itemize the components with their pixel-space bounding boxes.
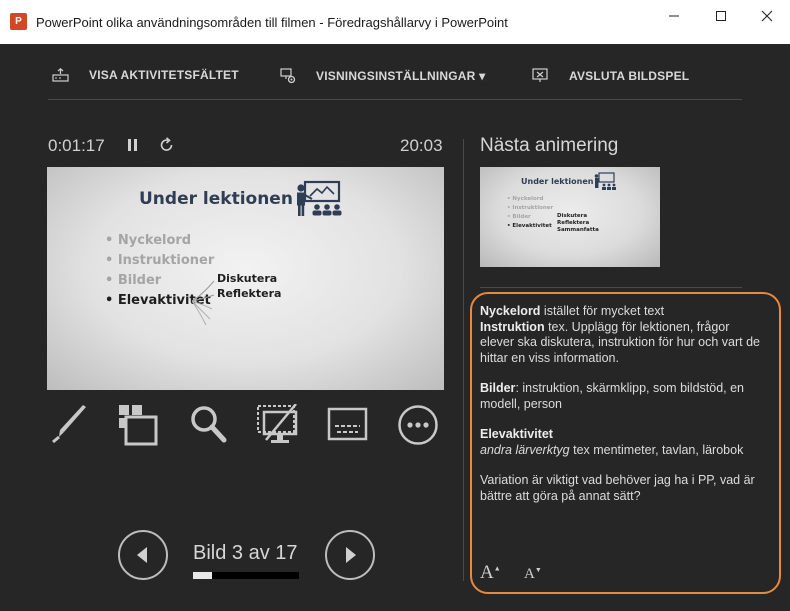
notes-italic: andra lärverktyg (480, 442, 570, 457)
slide-progress-fill (193, 572, 213, 579)
display-settings-icon (280, 68, 296, 84)
slide-progress-bar (193, 572, 299, 579)
current-slide[interactable]: Under lektionen • Nyckelord • Instruktio… (47, 167, 444, 390)
pen-tool-button[interactable] (50, 404, 90, 449)
next-slide-button[interactable] (325, 530, 375, 580)
pause-timer-button[interactable] (127, 138, 139, 157)
slide-bullet: • Instruktioner (105, 253, 215, 268)
slide-bullet: • Nyckelord (105, 233, 192, 248)
next-slide-preview[interactable]: Under lektionen • Nyckelord • Instruktio… (480, 167, 660, 267)
zoom-button[interactable] (188, 404, 228, 449)
more-options-button[interactable] (397, 404, 439, 451)
notes-text: istället för mycket text (540, 304, 665, 318)
next-slide-bullet: • Instruktioner (507, 205, 554, 211)
notes-text: tex mentimeter, tavlan, lärobok (569, 442, 744, 457)
maximize-button[interactable] (698, 0, 744, 32)
title-bar: P PowerPoint olika användningsområden ti… (0, 0, 790, 44)
powerpoint-app-icon: P (10, 13, 27, 30)
display-settings-label: VISNINGSINSTÄLLNINGAR ▾ (316, 69, 486, 83)
end-slideshow-label: AVSLUTA BILDSPEL (569, 68, 690, 83)
end-slideshow-button[interactable]: AVSLUTA BILDSPEL (532, 68, 689, 83)
next-slide-bullets: • Nyckelord • Instruktioner • Bilder • E… (507, 195, 553, 231)
current-time: 20:03 (400, 136, 443, 155)
notes-keyword: Bilder (480, 381, 516, 395)
notes-text: : instruktion, skärmklipp, som bildstöd,… (480, 381, 745, 411)
next-slide-sub-item: Sammanfatta (557, 227, 599, 233)
slide-title: Under lektionen (139, 189, 293, 209)
elapsed-timer: 0:01:17 (48, 136, 105, 155)
slide-counter[interactable]: Bild 3 av 17 (193, 542, 298, 565)
increase-font-button[interactable]: A▲ (480, 562, 501, 584)
speaker-notes[interactable]: Nyckelord istället för mycket text Instr… (480, 304, 760, 504)
screen-off-icon (257, 403, 298, 443)
close-button[interactable] (744, 0, 790, 32)
minimize-icon (669, 15, 679, 17)
teacher-classroom-icon (297, 180, 342, 216)
next-slide-bullet: • Bilder (507, 214, 531, 220)
increase-font-icon: A (480, 562, 494, 583)
previous-arrow-icon (137, 547, 147, 563)
notes-divider (480, 287, 742, 288)
restart-icon (160, 137, 173, 151)
slide-sub-item: Diskutera (217, 272, 278, 285)
taskbar-icon (52, 68, 69, 82)
subtitles-icon (327, 407, 368, 441)
decrease-font-icon: A (524, 566, 535, 582)
next-slide-bullet-active: • Elevaktivitet (507, 223, 552, 229)
window-title: PowerPoint olika användningsområden till… (36, 15, 508, 30)
panel-divider (463, 139, 464, 581)
see-all-slides-button[interactable] (116, 404, 158, 451)
minimize-button[interactable] (651, 0, 697, 32)
more-options-icon (398, 405, 438, 445)
pen-icon (52, 405, 86, 444)
notes-keyword: Elevaktivitet (480, 427, 553, 441)
display-settings-button[interactable]: VISNINGSINSTÄLLNINGAR ▾ (280, 68, 485, 84)
notes-keyword: Instruktion (480, 319, 545, 334)
previous-slide-button[interactable] (118, 530, 168, 580)
slide-sub-item: Reflektera (217, 287, 282, 300)
restart-timer-button[interactable] (159, 137, 175, 158)
black-screen-button[interactable] (256, 403, 298, 451)
next-slide-sub-item: Diskutera (557, 213, 588, 219)
decrease-font-button[interactable]: A▼ (524, 566, 542, 583)
next-slide-bullet: • Nyckelord (507, 196, 544, 202)
show-taskbar-label: VISA AKTIVITETSFÄLTET (89, 68, 239, 82)
show-taskbar-button[interactable]: VISA AKTIVITETSFÄLTET (52, 68, 239, 82)
slide-grid-icon (119, 405, 158, 446)
next-animation-label: Nästa animering (480, 135, 619, 156)
close-icon (761, 10, 773, 22)
subtitles-button[interactable] (327, 404, 369, 449)
magnifier-icon (191, 406, 227, 443)
end-slideshow-icon (532, 68, 548, 82)
next-slide-sub-item: Reflektera (557, 220, 590, 226)
slide-sub-items: Diskutera Reflektera (217, 271, 281, 301)
notes-keyword: Nyckelord (480, 304, 541, 318)
pause-icon (128, 139, 137, 151)
presenter-toolbar: VISA AKTIVITETSFÄLTET VISNINGSINSTÄLLNIN… (48, 58, 742, 100)
notes-text: Variation är viktigt vad behöver jag ha … (480, 473, 755, 503)
next-arrow-icon (346, 547, 356, 563)
teacher-classroom-icon (594, 172, 616, 190)
next-slide-title: Under lektionen (521, 177, 594, 186)
maximize-icon (716, 11, 726, 21)
next-slide-sub-items: Diskutera Reflektera Sammanfatta (557, 213, 599, 234)
